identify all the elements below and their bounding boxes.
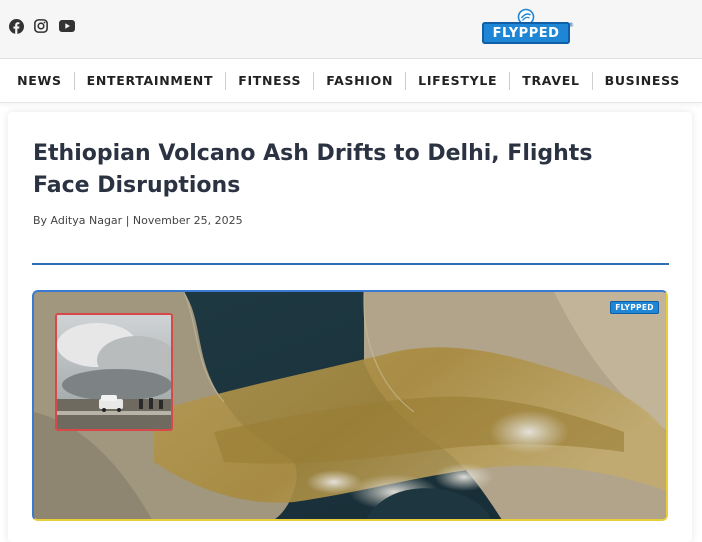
volcano-smoke-photo bbox=[57, 315, 171, 429]
inset-photo bbox=[55, 313, 173, 431]
logo-registered-mark: ® bbox=[568, 22, 574, 29]
image-logo-text: FLYPPED bbox=[615, 303, 654, 312]
article-byline: By Aditya Nagar | November 25, 2025 bbox=[33, 214, 243, 227]
nav-item-lifestyle[interactable]: LIFESTYLE bbox=[405, 71, 509, 90]
logo-badge: FLYPPED bbox=[482, 22, 570, 44]
logo-text: FLYPPED bbox=[492, 25, 560, 41]
nav-item-travel[interactable]: TRAVEL bbox=[509, 71, 591, 90]
top-bar: FLYPPED ® bbox=[0, 0, 702, 59]
youtube-icon[interactable] bbox=[58, 17, 76, 35]
nav-item-fitness[interactable]: FITNESS bbox=[225, 71, 313, 90]
nav-item-fashion[interactable]: FASHION bbox=[313, 71, 405, 90]
image-logo-badge: FLYPPED bbox=[610, 301, 659, 314]
title-divider bbox=[32, 263, 669, 265]
main-nav: NEWS ENTERTAINMENT FITNESS FASHION LIFES… bbox=[0, 59, 702, 103]
facebook-icon[interactable] bbox=[7, 17, 25, 35]
nav-item-entertainment[interactable]: ENTERTAINMENT bbox=[73, 71, 226, 90]
article-title: Ethiopian Volcano Ash Drifts to Delhi, F… bbox=[33, 141, 593, 198]
nav-item-news[interactable]: NEWS bbox=[5, 72, 74, 90]
nav-list: NEWS ENTERTAINMENT FITNESS FASHION LIFES… bbox=[5, 59, 692, 102]
image-watermark-logo: FLYPPED bbox=[610, 297, 659, 315]
nav-item-business[interactable]: BUSINESS bbox=[591, 71, 692, 90]
site-logo[interactable]: FLYPPED ® bbox=[482, 8, 574, 46]
instagram-icon[interactable] bbox=[32, 17, 50, 35]
